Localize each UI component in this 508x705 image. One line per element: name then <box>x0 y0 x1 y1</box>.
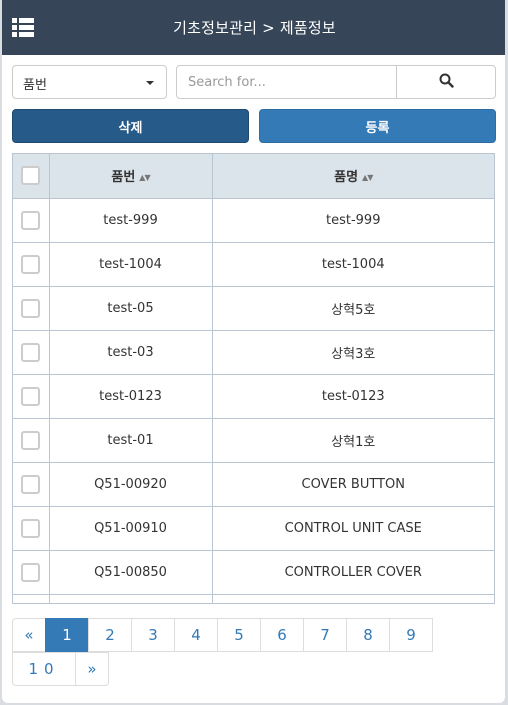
row-checkbox[interactable] <box>21 254 41 274</box>
cell-code: test-03 <box>48 329 213 375</box>
pagination-page[interactable]: 2 <box>88 618 132 652</box>
pagination: « 1 2 3 4 5 6 7 8 9 10 » <box>12 618 452 687</box>
search-input[interactable] <box>177 66 396 98</box>
row-checkbox[interactable] <box>21 386 41 406</box>
row-checkbox[interactable] <box>21 518 41 538</box>
cell-code: test-1004 <box>48 241 213 287</box>
search-toolbar: 품번 <box>12 65 496 99</box>
pagination-page[interactable]: 9 <box>389 618 433 652</box>
cell-name <box>211 593 494 603</box>
table-row[interactable]: test-01 상혁1호 <box>13 417 494 463</box>
pagination-page[interactable]: 3 <box>131 618 175 652</box>
cell-name: test-0123 <box>211 373 494 419</box>
cell-name: CONTROLLER COVER <box>211 549 494 595</box>
row-checkbox-cell <box>13 329 50 375</box>
row-checkbox-cell <box>13 593 50 603</box>
table-row[interactable] <box>13 593 494 603</box>
search-button[interactable] <box>396 66 495 98</box>
cell-name: 상혁1호 <box>211 417 494 463</box>
action-bar: 삭제 등록 <box>12 109 496 143</box>
column-header-code[interactable]: 품번 ▲▼ <box>48 154 213 199</box>
row-checkbox[interactable] <box>21 562 41 582</box>
cell-name: test-1004 <box>211 241 494 287</box>
sort-icon[interactable]: ▲▼ <box>139 173 150 182</box>
cell-code: test-999 <box>48 197 213 243</box>
delete-button[interactable]: 삭제 <box>12 109 249 143</box>
row-checkbox-cell <box>13 549 50 595</box>
pagination-page[interactable]: 5 <box>217 618 261 652</box>
row-checkbox-cell <box>13 461 50 507</box>
product-table: 품번 ▲▼ 품명 ▲▼ test-999 test-999 test-1004 test-… <box>13 154 494 603</box>
search-field-select[interactable]: 품번 <box>12 65 167 99</box>
cell-code: Q51-00910 <box>48 505 213 551</box>
pagination-page[interactable]: 6 <box>260 618 304 652</box>
cell-code: Q51-00920 <box>48 461 213 507</box>
column-header-name[interactable]: 품명 ▲▼ <box>211 154 494 199</box>
cell-code: test-05 <box>48 285 213 331</box>
row-checkbox[interactable] <box>21 210 41 230</box>
row-checkbox-cell <box>13 285 50 331</box>
pagination-page[interactable]: 1 <box>45 618 89 652</box>
pagination-row: 10 » <box>12 652 452 687</box>
cell-code: Q51-00850 <box>48 549 213 595</box>
row-checkbox-cell <box>13 373 50 419</box>
table-row[interactable]: Q51-00850 CONTROLLER COVER <box>13 549 494 595</box>
cell-code: test-0123 <box>48 373 213 419</box>
table-row[interactable]: test-05 상혁5호 <box>13 285 494 331</box>
pagination-next[interactable]: » <box>75 652 109 686</box>
cell-code: test-01 <box>48 417 213 463</box>
table-row[interactable]: Q51-00920 COVER BUTTON <box>13 461 494 507</box>
table-row[interactable]: Q51-00910 CONTROL UNIT CASE <box>13 505 494 551</box>
table-row[interactable]: test-999 test-999 <box>13 197 494 243</box>
select-value: 품번 <box>23 78 47 93</box>
caret-down-icon <box>146 81 154 85</box>
row-checkbox-cell <box>13 505 50 551</box>
pagination-page[interactable]: 7 <box>303 618 347 652</box>
search-group <box>176 65 496 99</box>
row-checkbox[interactable] <box>21 474 41 494</box>
select-all-cell <box>13 154 50 199</box>
cell-name: CONTROL UNIT CASE <box>211 505 494 551</box>
product-info-panel: 기초정보관리 > 제품정보 품번 삭제 등록 <box>2 0 505 703</box>
row-checkbox[interactable] <box>21 342 41 362</box>
sort-icon[interactable]: ▲▼ <box>362 173 373 182</box>
table-row[interactable]: test-1004 test-1004 <box>13 241 494 287</box>
pagination-page[interactable]: 4 <box>174 618 218 652</box>
cell-name: 상혁3호 <box>211 329 494 375</box>
search-icon <box>439 73 454 92</box>
row-checkbox-cell <box>13 241 50 287</box>
table-header-row: 품번 ▲▼ 품명 ▲▼ <box>13 154 494 199</box>
row-checkbox[interactable] <box>21 430 41 450</box>
pagination-page[interactable]: 10 <box>12 652 76 686</box>
row-checkbox-cell <box>13 417 50 463</box>
header-bar: 기초정보관리 > 제품정보 <box>2 0 505 55</box>
select-all-checkbox[interactable] <box>21 166 41 186</box>
cell-name: 상혁5호 <box>211 285 494 331</box>
cell-name: test-999 <box>211 197 494 243</box>
register-button[interactable]: 등록 <box>259 109 496 143</box>
pagination-prev[interactable]: « <box>12 618 46 652</box>
row-checkbox[interactable] <box>21 298 41 318</box>
row-checkbox-cell <box>13 197 50 243</box>
cell-code <box>48 593 213 603</box>
page-title: 기초정보관리 > 제품정보 <box>173 19 336 37</box>
product-table-container[interactable]: 품번 ▲▼ 품명 ▲▼ test-999 test-999 test-1004 test-… <box>12 153 495 604</box>
pagination-row: « 1 2 3 4 5 6 7 8 9 <box>12 618 452 653</box>
table-row[interactable]: test-03 상혁3호 <box>13 329 494 375</box>
list-icon[interactable] <box>12 18 34 38</box>
table-row[interactable]: test-0123 test-0123 <box>13 373 494 419</box>
cell-name: COVER BUTTON <box>211 461 494 507</box>
pagination-page[interactable]: 8 <box>346 618 390 652</box>
